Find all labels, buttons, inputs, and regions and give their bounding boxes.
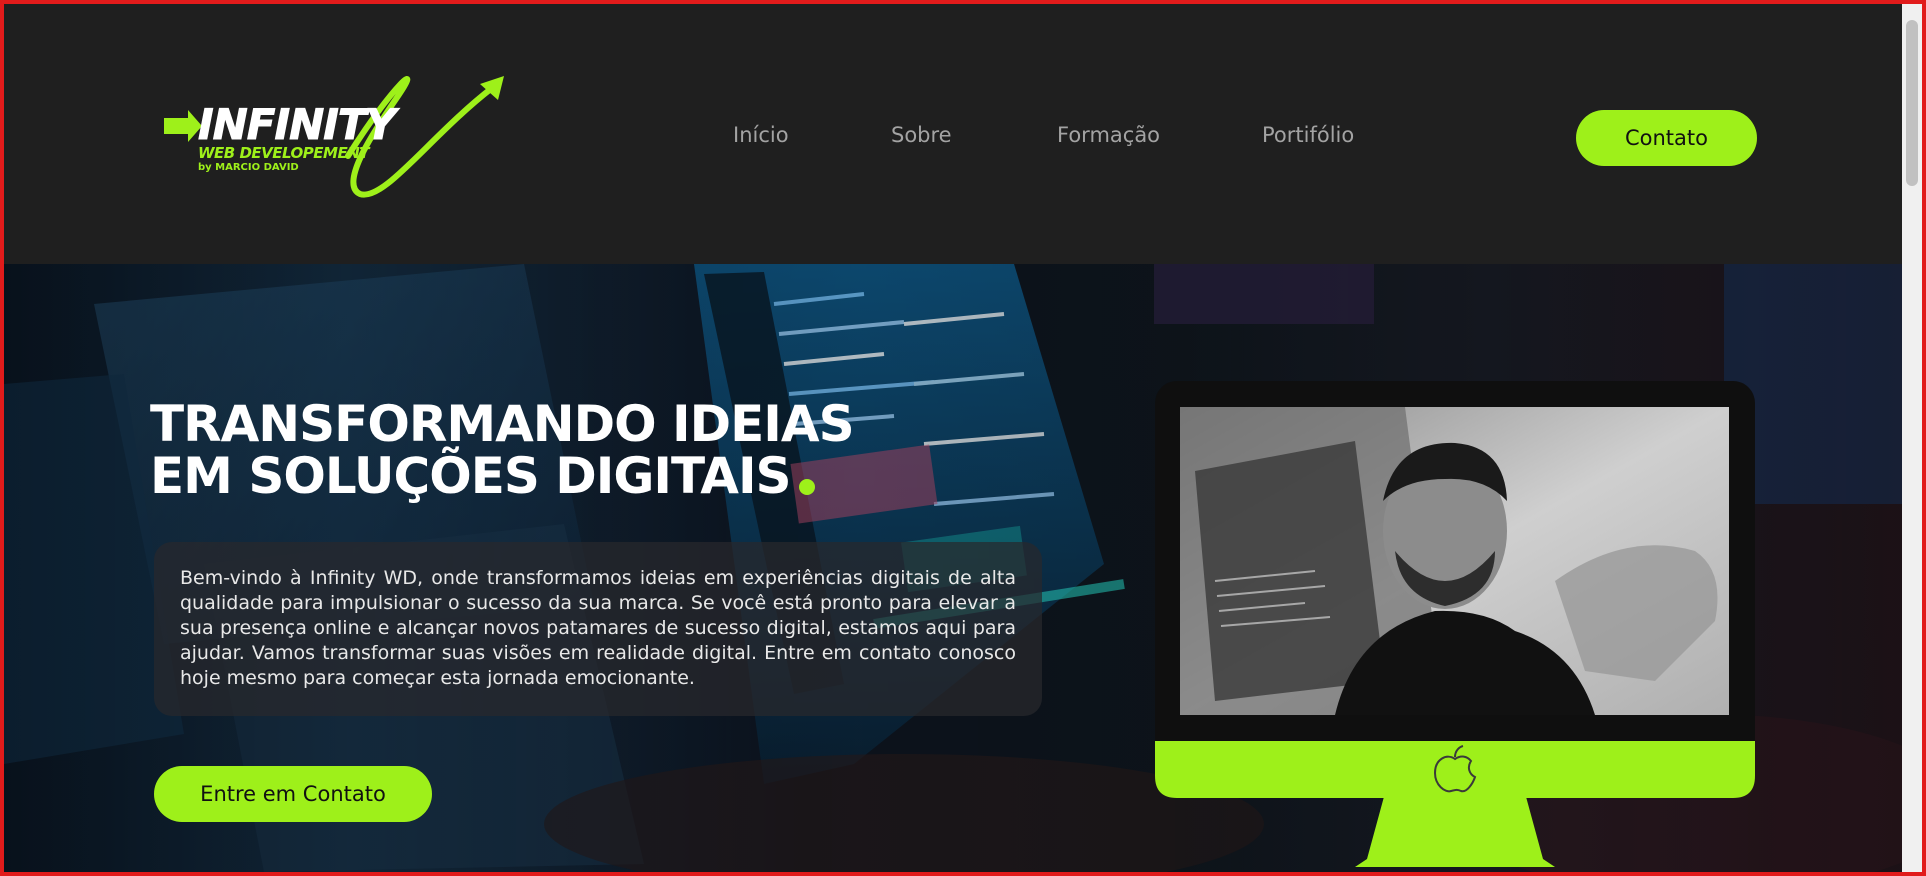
page-scrollbar[interactable]	[1902, 4, 1922, 872]
nav-link-inicio[interactable]: Início	[733, 122, 789, 148]
cta-contact-button[interactable]: Entre em Contato	[154, 766, 432, 822]
logo-subtitle: WEB DEVELOPEMENT	[198, 144, 369, 162]
hero-headline: TRANSFORMANDO IDEIAS EM SOLUÇÕES DIGITAI…	[150, 398, 910, 502]
imac-illustration	[1155, 381, 1755, 867]
brand-logo[interactable]: INFINITY WEB DEVELOPEMENT by MARCIO DAVI…	[162, 66, 508, 201]
nav-link-sobre[interactable]: Sobre	[891, 122, 952, 148]
headline-line-1: TRANSFORMANDO IDEIAS	[150, 395, 855, 453]
logo-byline: by MARCIO DAVID	[198, 162, 299, 173]
headline-line-2-wrap: EM SOLUÇÕES DIGITAIS	[150, 450, 910, 502]
nav-link-portifolio[interactable]: Portifólio	[1262, 122, 1354, 148]
accent-dot-icon	[798, 479, 815, 495]
site-header: INFINITY WEB DEVELOPEMENT by MARCIO DAVI…	[4, 4, 1902, 264]
headline-line-2: EM SOLUÇÕES DIGITAIS	[150, 447, 792, 505]
contact-button[interactable]: Contato	[1576, 110, 1757, 166]
intro-text: Bem-vindo à Infinity WD, onde transforma…	[180, 567, 1016, 689]
nav-link-formacao[interactable]: Formação	[1057, 122, 1160, 148]
logo-wordmark: INFINITY	[198, 100, 397, 149]
scrollbar-thumb[interactable]	[1906, 20, 1918, 186]
intro-card: Bem-vindo à Infinity WD, onde transforma…	[154, 542, 1042, 716]
